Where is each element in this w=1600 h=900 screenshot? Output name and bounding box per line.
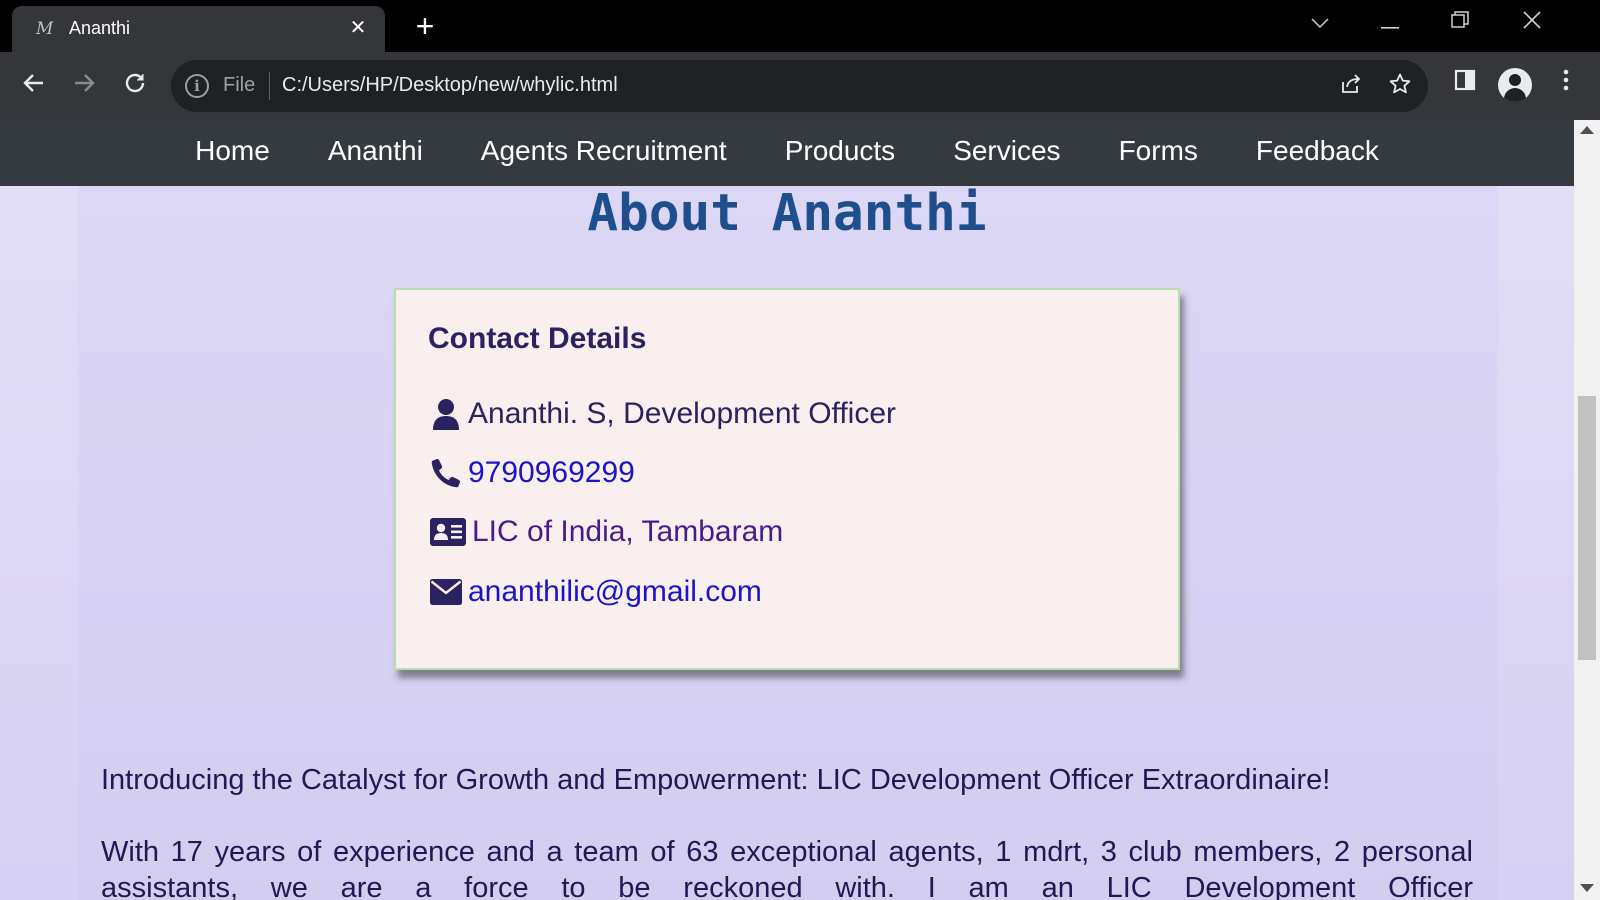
nav-ananthi[interactable]: Ananthi (299, 120, 452, 186)
page-title: About Ananthi (587, 184, 987, 243)
experience-paragraph: With 17 years of experience and a team o… (101, 836, 1473, 900)
contact-office-row: LIC of India, Tambaram (428, 515, 783, 549)
reload-icon[interactable] (115, 66, 155, 106)
star-icon[interactable] (1385, 72, 1415, 102)
contact-card: Contact Details Ananthi. S, Development … (394, 288, 1180, 670)
info-icon[interactable]: i (185, 74, 209, 98)
contact-card-title: Contact Details (428, 322, 647, 355)
tab-favicon-icon: M (36, 19, 54, 39)
share-icon[interactable] (1336, 72, 1366, 102)
scroll-thumb[interactable] (1578, 396, 1596, 660)
browser-toolbar: i File C:/Users/HP/Desktop/new/whylic.ht… (0, 52, 1600, 120)
page-viewport: Home Ananthi Agents Recruitment Products… (0, 120, 1574, 900)
browser-tab[interactable]: M Ananthi ✕ (12, 6, 385, 52)
side-panel-icon[interactable] (1447, 68, 1483, 104)
address-bar[interactable]: i File C:/Users/HP/Desktop/new/whylic.ht… (171, 60, 1428, 112)
contact-phone-row: 9790969299 (428, 456, 635, 490)
url-text[interactable]: C:/Users/HP/Desktop/new/whylic.html (282, 74, 618, 97)
id-card-icon (428, 515, 468, 549)
contact-office-link[interactable]: LIC of India, Tambaram (472, 515, 783, 549)
phone-icon (428, 456, 464, 490)
menu-icon[interactable] (1548, 68, 1584, 104)
nav-forms[interactable]: Forms (1090, 120, 1227, 186)
nav-feedback[interactable]: Feedback (1227, 120, 1408, 186)
contact-phone-link[interactable]: 9790969299 (468, 456, 635, 490)
nav-products[interactable]: Products (756, 120, 925, 186)
site-navbar: Home Ananthi Agents Recruitment Products… (0, 120, 1574, 186)
tab-search-icon[interactable] (1285, 0, 1355, 46)
nav-agents-recruitment[interactable]: Agents Recruitment (452, 120, 756, 186)
forward-icon[interactable] (64, 66, 104, 106)
tab-title: Ananthi (69, 18, 131, 38)
window-close-icon[interactable] (1497, 0, 1567, 46)
scroll-up-icon[interactable] (1580, 126, 1594, 134)
contact-name: Ananthi. S, Development Officer (468, 397, 896, 430)
user-icon (428, 397, 464, 431)
envelope-icon (428, 575, 464, 609)
restore-icon[interactable] (1425, 0, 1495, 46)
back-icon[interactable] (14, 66, 54, 106)
browser-tab-strip: M Ananthi ✕ + (0, 0, 1600, 52)
tab-close-icon[interactable]: ✕ (345, 15, 371, 41)
nav-home[interactable]: Home (166, 120, 299, 186)
scroll-down-icon[interactable] (1580, 884, 1594, 892)
contact-email-row: ananthilic@gmail.com (428, 575, 762, 609)
new-tab-button[interactable]: + (404, 10, 446, 44)
nav-services[interactable]: Services (924, 120, 1089, 186)
contact-name-row: Ananthi. S, Development Officer (428, 397, 896, 431)
contact-email-link[interactable]: ananthilic@gmail.com (468, 575, 762, 609)
intro-text: Introducing the Catalyst for Growth and … (101, 764, 1331, 796)
profile-icon[interactable] (1498, 68, 1532, 102)
page-scrollbar[interactable] (1574, 120, 1600, 900)
minimize-icon[interactable] (1355, 0, 1425, 46)
divider (269, 72, 270, 100)
url-scheme: File (223, 74, 256, 96)
